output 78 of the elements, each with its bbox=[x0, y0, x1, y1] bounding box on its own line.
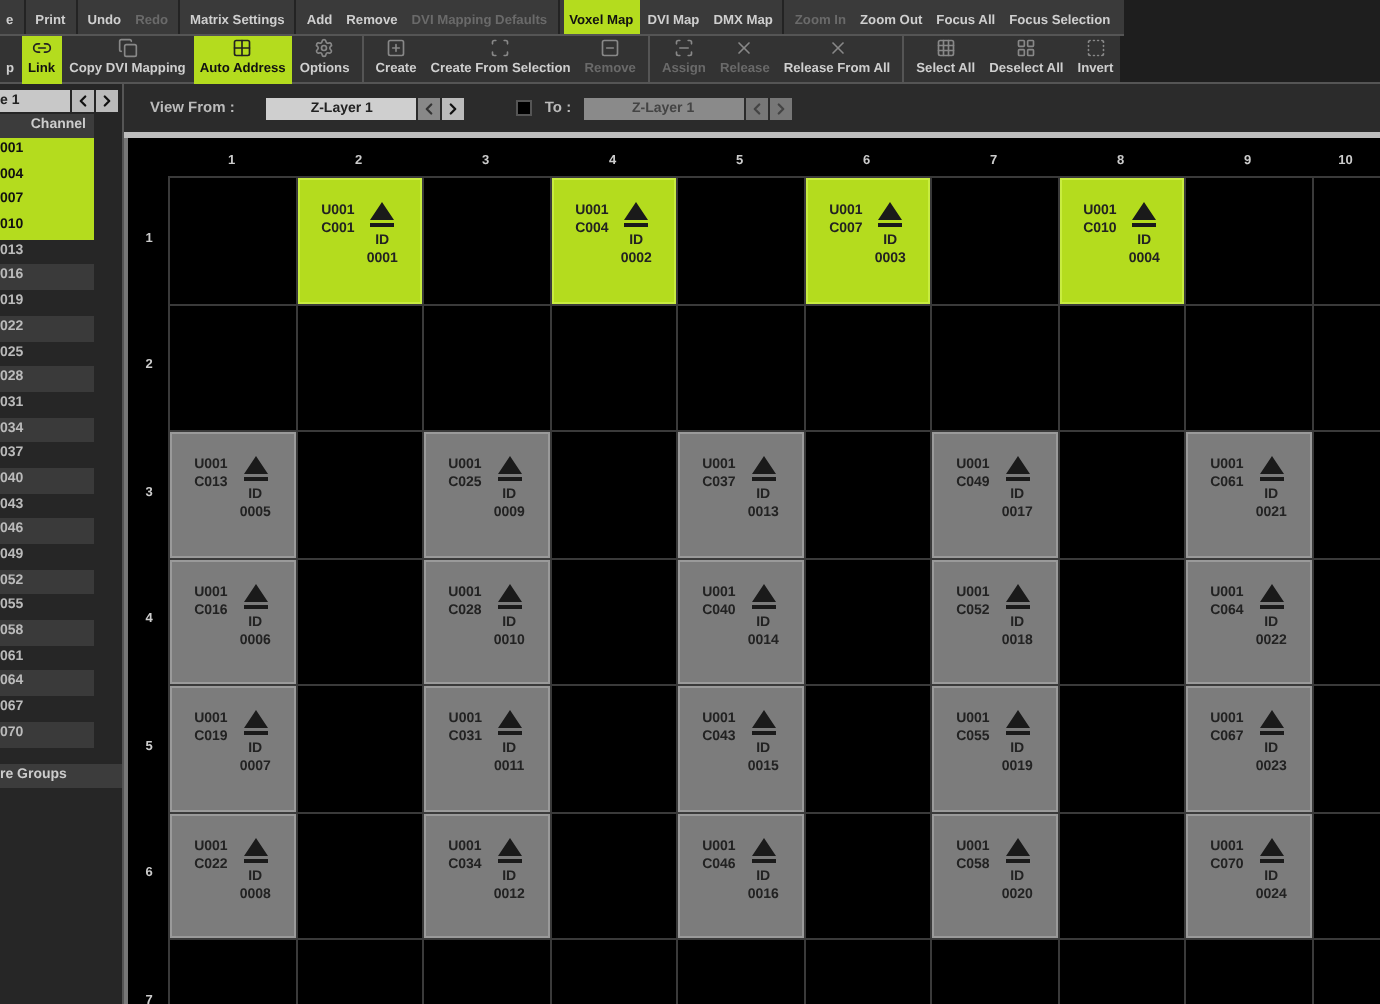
grid-cell[interactable] bbox=[803, 684, 930, 811]
grid-cell[interactable] bbox=[1311, 430, 1380, 557]
next-button[interactable] bbox=[96, 89, 118, 111]
eject-icon bbox=[1005, 456, 1030, 484]
grid-cell[interactable] bbox=[168, 303, 295, 430]
eject-icon bbox=[624, 202, 649, 230]
eject-icon bbox=[751, 710, 776, 738]
eject-icon bbox=[1005, 837, 1030, 865]
grid-cell[interactable] bbox=[168, 176, 295, 303]
grid-cell[interactable] bbox=[1184, 303, 1311, 430]
eject-icon bbox=[1005, 710, 1030, 738]
grid-cell[interactable] bbox=[676, 176, 803, 303]
grid-cell[interactable] bbox=[549, 811, 676, 938]
grid-cell[interactable] bbox=[295, 557, 422, 684]
grid-icon bbox=[232, 38, 253, 59]
previous-button[interactable] bbox=[72, 89, 94, 111]
checkbox[interactable] bbox=[516, 100, 533, 116]
eject-icon bbox=[1259, 583, 1284, 611]
cross-icon bbox=[827, 38, 847, 59]
grid-cell[interactable] bbox=[803, 557, 930, 684]
eject-icon bbox=[1259, 456, 1284, 484]
grid-cell[interactable] bbox=[1057, 557, 1184, 684]
grid-cell[interactable] bbox=[1057, 811, 1184, 938]
grid-cell[interactable] bbox=[422, 176, 549, 303]
grid-icon bbox=[935, 38, 956, 59]
copy-icon bbox=[117, 38, 138, 59]
scan-icon bbox=[490, 38, 511, 59]
link-icon bbox=[31, 38, 52, 59]
eject-icon bbox=[751, 837, 776, 865]
eject-icon bbox=[243, 583, 268, 611]
eject-icon bbox=[243, 710, 268, 738]
eject-icon bbox=[1132, 202, 1157, 230]
grid-cell[interactable] bbox=[1057, 430, 1184, 557]
grid-cell[interactable] bbox=[549, 303, 676, 430]
grid-cell[interactable] bbox=[549, 557, 676, 684]
grid-icon bbox=[1016, 38, 1037, 59]
eject-icon bbox=[497, 837, 522, 865]
grid-cell[interactable] bbox=[803, 811, 930, 938]
grid-cell[interactable] bbox=[549, 684, 676, 811]
eject-icon bbox=[1005, 583, 1030, 611]
eject-icon bbox=[878, 202, 903, 230]
grid-cell[interactable] bbox=[1311, 176, 1380, 303]
grid-cell[interactable] bbox=[930, 303, 1057, 430]
cross-icon bbox=[734, 38, 755, 59]
eject-icon bbox=[370, 202, 395, 230]
eject-icon bbox=[1259, 710, 1284, 738]
plus-square-icon bbox=[386, 38, 407, 59]
grid-cell[interactable] bbox=[803, 430, 930, 557]
grid-cell[interactable] bbox=[295, 303, 422, 430]
grid-cell[interactable] bbox=[549, 430, 676, 557]
grid-cell[interactable] bbox=[1311, 557, 1380, 684]
grid-cell[interactable] bbox=[1311, 684, 1380, 811]
eject-icon bbox=[243, 837, 268, 865]
settings-icon bbox=[314, 38, 335, 59]
grid-cell[interactable] bbox=[676, 303, 803, 430]
grid-cell[interactable] bbox=[295, 684, 422, 811]
eject-icon bbox=[497, 583, 522, 611]
grid-cell[interactable] bbox=[803, 303, 930, 430]
grid-cell[interactable] bbox=[1311, 811, 1380, 938]
minus-square-icon bbox=[600, 38, 621, 59]
eject-icon bbox=[751, 456, 776, 484]
eject-icon bbox=[243, 456, 268, 484]
grid-cell[interactable] bbox=[930, 176, 1057, 303]
grid-cell[interactable] bbox=[1057, 303, 1184, 430]
grid-cell[interactable] bbox=[1184, 176, 1311, 303]
dashed-square-icon bbox=[1085, 38, 1106, 59]
next-button[interactable] bbox=[442, 97, 465, 119]
grid-cell[interactable] bbox=[1311, 303, 1380, 430]
eject-icon bbox=[497, 456, 522, 484]
grid-cell[interactable] bbox=[422, 303, 549, 430]
eject-icon bbox=[497, 710, 522, 738]
scan-icon bbox=[673, 38, 694, 59]
grid-cell[interactable] bbox=[295, 811, 422, 938]
eject-icon bbox=[1259, 837, 1284, 865]
grid-cell[interactable] bbox=[295, 430, 422, 557]
previous-button[interactable] bbox=[418, 97, 441, 119]
eject-icon bbox=[751, 583, 776, 611]
grid-cell[interactable] bbox=[1057, 684, 1184, 811]
